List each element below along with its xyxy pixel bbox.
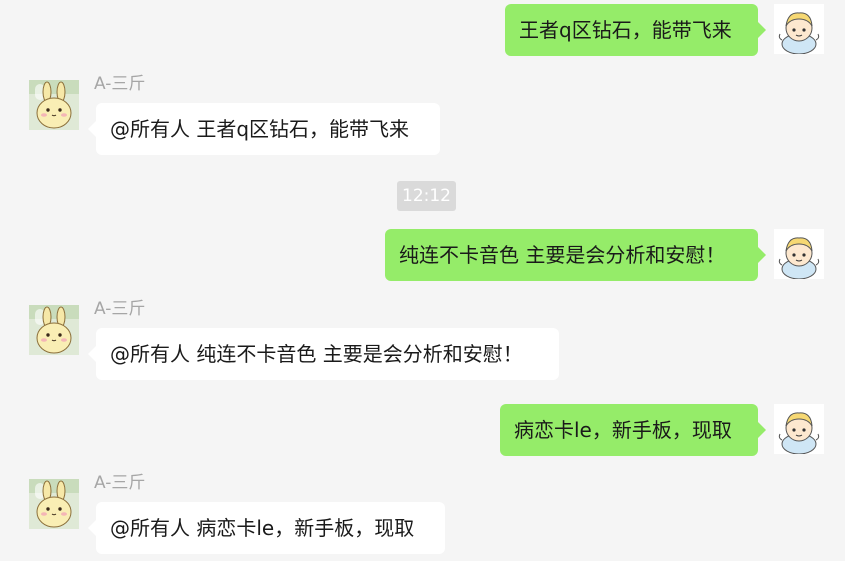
message-text: @所有人 病恋卡le，新手板，现取 — [110, 516, 415, 540]
avatar[interactable] — [774, 404, 824, 454]
sender-name: A-三斤 — [94, 473, 146, 493]
message-bubble[interactable]: @所有人 纯连不卡音色 主要是会分析和安慰！ — [88, 328, 559, 380]
timestamp: 12:12 — [397, 181, 456, 211]
sender-name: A-三斤 — [94, 74, 146, 94]
avatar[interactable] — [774, 229, 824, 279]
message-text: 王者q区钻石，能带飞来 — [519, 18, 732, 42]
message-text: 纯连不卡音色 主要是会分析和安慰！ — [399, 243, 726, 267]
user-avatar-icon — [774, 229, 824, 279]
rabbit-avatar-icon — [29, 305, 79, 355]
message-text: @所有人 王者q区钻石，能带飞来 — [110, 117, 410, 141]
avatar[interactable] — [29, 80, 79, 130]
sender-name: A-三斤 — [94, 299, 146, 319]
rabbit-avatar-icon — [29, 80, 79, 130]
message-text: 病恋卡le，新手板，现取 — [514, 418, 732, 442]
user-avatar-icon — [774, 404, 824, 454]
message-bubble[interactable]: 王者q区钻石，能带飞来 — [505, 4, 766, 56]
user-avatar-icon — [774, 4, 824, 54]
avatar[interactable] — [29, 305, 79, 355]
avatar[interactable] — [774, 4, 824, 54]
message-bubble[interactable]: 病恋卡le，新手板，现取 — [500, 404, 766, 456]
rabbit-avatar-icon — [29, 479, 79, 529]
message-bubble[interactable]: 纯连不卡音色 主要是会分析和安慰！ — [385, 229, 766, 281]
avatar[interactable] — [29, 479, 79, 529]
message-bubble[interactable]: @所有人 王者q区钻石，能带飞来 — [88, 103, 440, 155]
message-text: @所有人 纯连不卡音色 主要是会分析和安慰！ — [110, 342, 523, 366]
message-bubble[interactable]: @所有人 病恋卡le，新手板，现取 — [88, 502, 445, 554]
